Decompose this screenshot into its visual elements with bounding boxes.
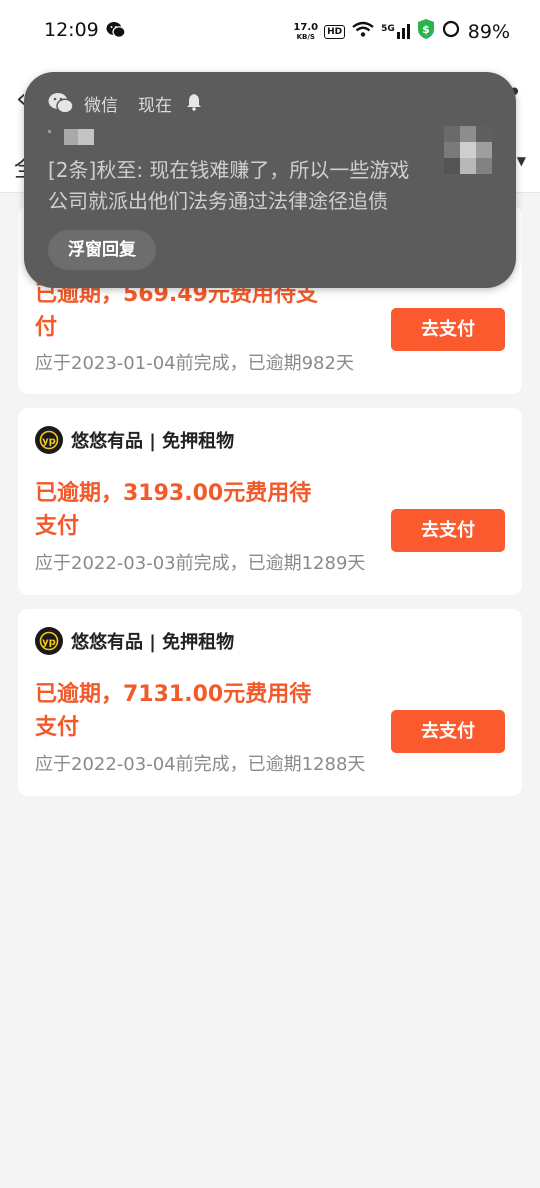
wechat-icon [48, 92, 74, 118]
due-note: 应于2023-01-04前完成，已逾期982天 [35, 353, 354, 374]
svg-text:yp: yp [42, 436, 56, 447]
due-note: 应于2022-03-04前完成，已逾期1288天 [35, 754, 366, 775]
status-time: 12:09 [44, 19, 99, 41]
net-speed-unit: KB/S [296, 32, 315, 41]
battery-percent: 89% [467, 20, 510, 43]
signal-label: 5G [381, 24, 395, 34]
notification-message: [2条]秋至: 现在钱难赚了，所以一些游戏公司就派出他们法务通过法律途径追债 [48, 158, 410, 213]
float-reply-button[interactable]: 浮窗回复 [48, 230, 156, 270]
sender-name-mosaic [48, 127, 96, 145]
merchant-header: yp 悠悠有品 | 免押租物 [35, 426, 234, 454]
signal-icon: 5G [381, 24, 410, 39]
pay-button[interactable]: 去支付 [391, 509, 505, 552]
order-card: yp 悠悠有品 | 免押租物 已逾期，7131.00元费用待支付 应于2022-… [18, 609, 522, 796]
merchant-logo-icon: yp [35, 627, 63, 655]
order-card: yp 悠悠有品 | 免押租物 已逾期，3193.00元费用待支付 应于2022-… [18, 408, 522, 595]
due-note: 应于2022-03-03前完成，已逾期1289天 [35, 553, 366, 574]
status-bar: 12:09 17.0 KB/S HD 5G $ 89% [0, 0, 540, 60]
net-speed-value: 17.0 [293, 21, 319, 33]
battery-ring-icon [442, 20, 460, 43]
svg-text:$: $ [422, 23, 430, 36]
wechat-icon [106, 21, 126, 43]
chevron-down-icon[interactable]: ▼ [517, 154, 526, 168]
shield-dollar-icon: $ [416, 18, 436, 45]
notification-app-name: 微信 [84, 96, 118, 116]
overdue-amount: 已逾期，7131.00元费用待支付 [35, 682, 312, 740]
merchant-name: 悠悠有品 | 免押租物 [71, 632, 235, 653]
overdue-amount: 已逾期，3193.00元费用待支付 [35, 481, 312, 539]
hd-badge: HD [324, 24, 346, 39]
status-icons: 17.0 KB/S HD 5G $ 89% [293, 18, 510, 45]
svg-text:yp: yp [42, 637, 56, 648]
notification-time: 现在 [138, 96, 172, 116]
bell-icon [184, 92, 204, 116]
merchant-name: 悠悠有品 | 免押租物 [71, 431, 235, 452]
merchant-header: yp 悠悠有品 | 免押租物 [35, 627, 234, 655]
net-speed: 17.0 KB/S [293, 21, 319, 41]
merchant-logo-icon: yp [35, 426, 63, 454]
pay-button[interactable]: 去支付 [391, 710, 505, 753]
avatar-mosaic [444, 126, 492, 176]
pay-button[interactable]: 去支付 [391, 308, 505, 351]
wifi-icon [351, 20, 375, 43]
wechat-notification[interactable]: 微信 现在 [2条]秋至: 现在钱难赚了，所以一些游戏公司就派出他们法务通过法律… [24, 72, 516, 288]
